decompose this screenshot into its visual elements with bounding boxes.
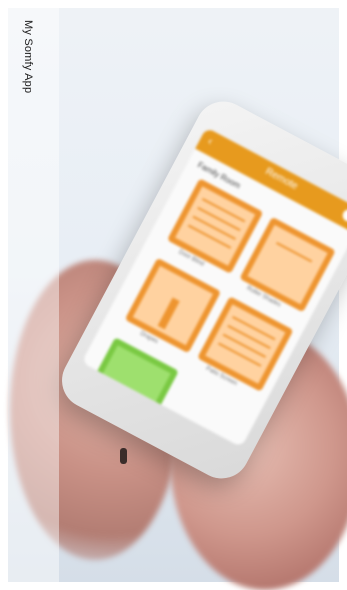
brand-label: My Somfy App	[22, 20, 34, 94]
device-tile-patio-screen	[197, 296, 294, 392]
hero-image: ‹ Remote Family Room Door Blind Roller S…	[0, 0, 347, 590]
watch-strap	[120, 448, 127, 464]
side-banner	[8, 8, 59, 582]
device-tile-roller-shades	[239, 216, 336, 313]
